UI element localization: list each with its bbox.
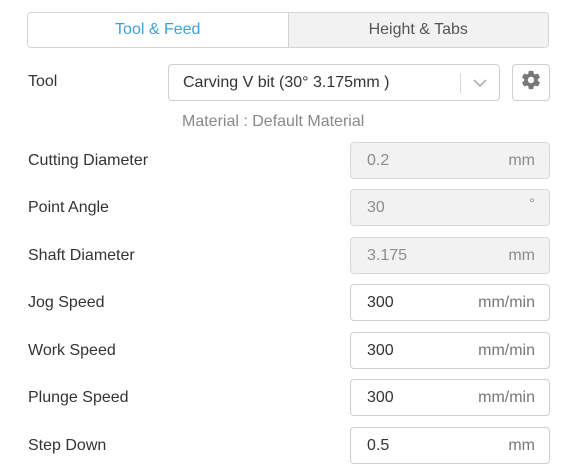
cutting-diameter-value: 0.2 (367, 151, 390, 169)
work-speed-label: Work Speed (28, 342, 116, 359)
chevron-down-icon[interactable] (461, 78, 499, 88)
tool-settings-button[interactable] (512, 64, 550, 101)
point-angle-value: 30 (367, 198, 385, 216)
tool-settings-panel: Tool & Feed Height & Tabs Tool Carving V… (0, 0, 574, 472)
tab-height-and-tabs[interactable]: Height & Tabs (287, 13, 548, 47)
shaft-diameter-value: 3.175 (367, 246, 408, 264)
plunge-speed-label: Plunge Speed (28, 389, 129, 406)
plunge-speed-value[interactable]: 300 (351, 389, 478, 407)
tab-tool-and-feed[interactable]: Tool & Feed (28, 13, 288, 47)
jog-speed-value[interactable]: 300 (351, 294, 478, 312)
plunge-speed-unit: mm/min (478, 388, 535, 406)
jog-speed-input[interactable]: 300 mm/min (350, 284, 550, 321)
shaft-diameter-label: Shaft Diameter (28, 247, 135, 264)
work-speed-unit: mm/min (478, 341, 535, 359)
tool-select-value: Carving V bit (30° 3.175mm ) (183, 73, 390, 91)
step-down-input[interactable]: 0.5 mm (350, 427, 550, 464)
work-speed-input[interactable]: 300 mm/min (350, 332, 550, 369)
shaft-diameter-unit: mm (508, 246, 535, 264)
cutting-diameter-unit: mm (508, 151, 535, 169)
point-angle-unit: ° (529, 194, 535, 211)
tool-select[interactable]: Carving V bit (30° 3.175mm ) (168, 64, 500, 101)
step-down-label: Step Down (28, 437, 107, 454)
work-speed-value[interactable]: 300 (351, 342, 478, 360)
step-down-unit: mm (508, 436, 535, 454)
tool-label: Tool (28, 73, 58, 90)
material-info: Material : Default Material (182, 113, 365, 130)
plunge-speed-input[interactable]: 300 mm/min (350, 379, 550, 416)
cutting-diameter-field: 0.2 mm (350, 142, 550, 179)
shaft-diameter-field: 3.175 mm (350, 237, 550, 274)
cutting-diameter-label: Cutting Diameter (28, 152, 149, 169)
point-angle-field: 30 ° (350, 189, 550, 226)
gear-icon (520, 69, 542, 96)
point-angle-label: Point Angle (28, 199, 109, 216)
tab-bar: Tool & Feed Height & Tabs (27, 12, 549, 48)
jog-speed-label: Jog Speed (28, 294, 105, 311)
step-down-value[interactable]: 0.5 (351, 437, 508, 455)
jog-speed-unit: mm/min (478, 293, 535, 311)
